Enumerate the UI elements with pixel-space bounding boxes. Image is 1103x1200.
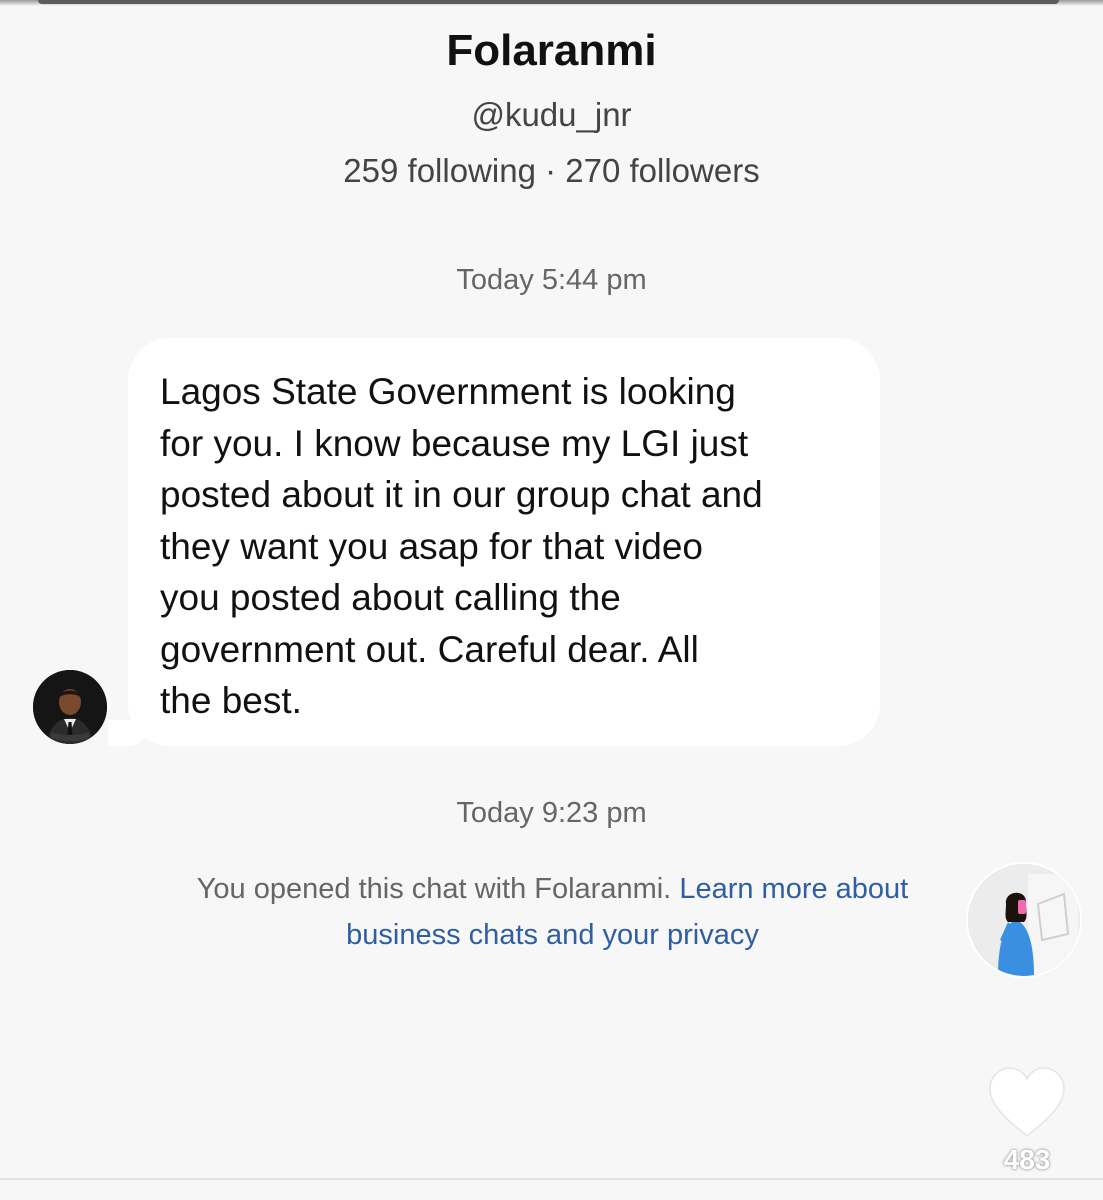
message-line: government out. Careful dear. All	[160, 628, 699, 670]
message-line: Lagos State Government is looking	[160, 371, 736, 412]
person-avatar-icon	[968, 864, 1080, 976]
user-avatar[interactable]	[966, 862, 1082, 978]
message-timestamp: Today 5:44 pm	[456, 264, 647, 296]
like-widget[interactable]: 483	[982, 1062, 1072, 1182]
message-line: you posted about calling the	[160, 577, 621, 618]
heart-icon[interactable]	[982, 1062, 1072, 1142]
profile-handle: @kudu_jnr	[471, 96, 632, 133]
message-line: the best.	[160, 680, 302, 721]
top-edge	[0, 0, 1103, 6]
person-avatar-icon	[33, 670, 107, 744]
message-line: they want you asap for that video	[160, 525, 704, 567]
profile-name: Folaranmi	[446, 26, 657, 75]
profile-stats: 259 following · 270 followers	[343, 152, 760, 189]
message-line: for you. I know because my LGI just	[160, 422, 749, 464]
message-timestamp: Today 9:23 pm	[456, 797, 647, 829]
message-line: posted about it in our group chat and	[160, 474, 763, 515]
sender-avatar[interactable]	[33, 670, 107, 744]
like-count: 483	[1003, 1144, 1051, 1175]
bottom-divider	[0, 1178, 1103, 1180]
privacy-notice: You opened this chat with Folaranmi. Lea…	[150, 866, 955, 958]
notice-text: You opened this chat with Folaranmi.	[196, 873, 672, 905]
message-bubble[interactable]: Lagos State Government is looking for yo…	[128, 338, 880, 746]
